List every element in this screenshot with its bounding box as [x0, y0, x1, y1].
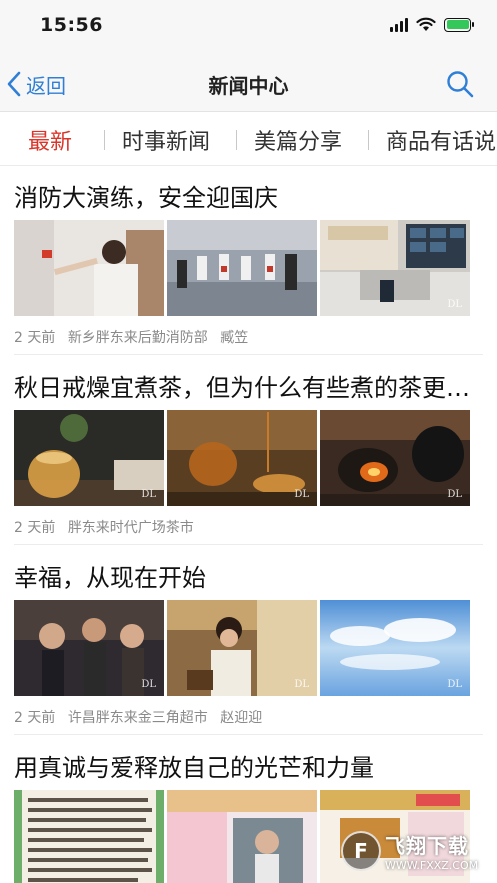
news-thumbnail[interactable] [14, 220, 164, 316]
divider [14, 544, 483, 545]
news-thumbnail[interactable] [167, 790, 317, 883]
status-bar: 15:56 [0, 0, 497, 56]
tab-article-share[interactable]: 美篇分享 [254, 124, 342, 156]
news-title[interactable]: 消防大演练，安全迎国庆 [14, 178, 484, 213]
site-watermark-name: 飞翔下载 [385, 834, 469, 858]
news-thumbnails: DL DL DL [14, 410, 470, 506]
news-thumbnail[interactable]: DL [320, 410, 470, 506]
news-thumbnail[interactable]: DL [14, 410, 164, 506]
tab-product-talk[interactable]: 商品有话说 [386, 124, 496, 156]
fire-drill-photo-2 [167, 220, 317, 316]
news-thumbnails: DL [14, 220, 470, 316]
thumbnail-watermark: DL [141, 679, 156, 690]
news-thumbnail[interactable] [14, 790, 164, 883]
news-thumbnails: DL DL DL [14, 600, 470, 696]
letter-text-image [14, 790, 164, 883]
status-time: 15:56 [40, 14, 103, 36]
news-thumbnail[interactable]: DL [320, 600, 470, 696]
site-watermark-url: WWW.FXXZ.COM [385, 859, 479, 872]
thumbnail-watermark: DL [447, 299, 462, 310]
site-watermark-logo-icon: F [341, 831, 381, 871]
search-button[interactable] [445, 69, 475, 99]
news-author: 臧笠 [220, 330, 249, 346]
news-source: 新乡胖东来后勤消防部 [67, 330, 208, 346]
tab-current-news[interactable]: 时事新闻 [122, 124, 210, 156]
news-meta: 2 天前 胖东来时代广场茶市 [14, 517, 202, 537]
tab-divider [368, 130, 369, 150]
news-thumbnail[interactable]: DL [14, 600, 164, 696]
fire-drill-photo-1 [14, 220, 164, 316]
news-title[interactable]: 幸福，从现在开始 [14, 558, 484, 593]
thumbnail-watermark: DL [447, 489, 462, 500]
navigation-bar: 返回 新闻中心 [0, 56, 497, 112]
divider [14, 354, 483, 355]
news-time: 2 天前 [14, 710, 56, 726]
news-author: 赵迎迎 [220, 710, 263, 726]
tab-divider [236, 130, 237, 150]
page-title: 新闻中心 [208, 74, 289, 98]
wifi-icon [416, 17, 436, 31]
news-thumbnail[interactable]: DL [167, 600, 317, 696]
thumbnail-watermark: DL [294, 489, 309, 500]
thumbnail-watermark: DL [294, 679, 309, 690]
news-time: 2 天前 [14, 520, 56, 536]
site-watermark-text: 飞翔下载 WWW.FXXZ.COM [385, 830, 478, 872]
news-thumbnail[interactable]: DL [320, 220, 470, 316]
search-icon [447, 71, 474, 98]
tab-divider [104, 130, 105, 150]
category-tab-bar: 最新 时事新闻 美篇分享 商品有话说 [0, 112, 497, 166]
news-source: 胖东来时代广场茶市 [67, 520, 194, 536]
news-meta: 2 天前 许昌胖东来金三角超市 赵迎迎 [14, 707, 270, 727]
divider [14, 734, 483, 735]
news-title[interactable]: 用真诚与爱释放自己的光芒和力量 [14, 748, 484, 783]
news-source: 许昌胖东来金三角超市 [67, 710, 208, 726]
news-thumbnail[interactable] [167, 220, 317, 316]
collage-image [167, 790, 317, 883]
news-thumbnail[interactable]: DL [167, 410, 317, 506]
thumbnail-watermark: DL [447, 679, 462, 690]
cellular-signal-icon [390, 17, 408, 32]
battery-charging-icon [444, 17, 474, 32]
status-icons [390, 17, 474, 32]
news-title[interactable]: 秋日戒燥宜煮茶，但为什么有些煮的茶更好喝？ [14, 368, 484, 403]
news-meta: 2 天前 新乡胖东来后勤消防部 臧笠 [14, 327, 256, 347]
thumbnail-watermark: DL [141, 489, 156, 500]
tab-latest[interactable]: 最新 [28, 124, 72, 156]
site-watermark: F 飞翔下载 WWW.FXXZ.COM [341, 829, 491, 873]
news-time: 2 天前 [14, 330, 56, 346]
